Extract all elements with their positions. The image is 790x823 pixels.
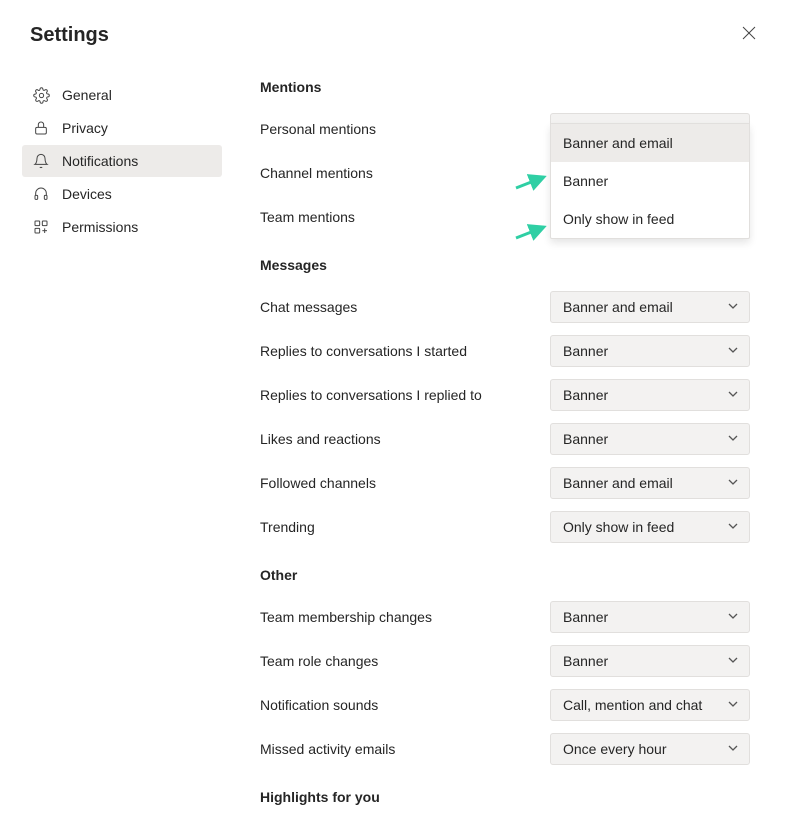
dropdown-option-banner[interactable]: Banner [551,162,749,200]
chevron-down-icon [727,653,739,669]
chevron-down-icon [727,475,739,491]
sidebar-item-devices[interactable]: Devices [22,178,222,210]
annotation-arrow-icon [514,222,548,242]
section-title-other: Other [260,567,750,583]
dropdown-value: Banner and email [563,475,673,491]
dropdown-value: Banner [563,653,608,669]
setting-row-replies-started: Replies to conversations I started Banne… [260,335,750,367]
dropdown-replies-started[interactable]: Banner [550,335,750,367]
chevron-down-icon [727,697,739,713]
setting-row-replies-replied: Replies to conversations I replied to Ba… [260,379,750,411]
setting-label: Team mentions [260,209,355,225]
chevron-down-icon [727,431,739,447]
chevron-down-icon [727,343,739,359]
dropdown-option-only-show-in-feed[interactable]: Only show in feed [551,200,749,238]
annotation-arrow-icon [514,172,548,192]
sidebar-item-label: Permissions [62,219,138,235]
dropdown-value: Banner [563,431,608,447]
gear-icon [32,86,50,104]
sidebar-item-label: Devices [62,186,112,202]
dropdown-value: Only show in feed [563,519,674,535]
section-title-messages: Messages [260,257,750,273]
setting-row-likes-reactions: Likes and reactions Banner [260,423,750,455]
setting-label: Missed activity emails [260,741,395,757]
sidebar-item-permissions[interactable]: Permissions [22,211,222,243]
setting-row-chat-messages: Chat messages Banner and email [260,291,750,323]
dropdown-notification-sounds[interactable]: Call, mention and chat [550,689,750,721]
setting-label: Personal mentions [260,121,376,137]
dropdown-likes-reactions[interactable]: Banner [550,423,750,455]
setting-row-membership-changes: Team membership changes Banner [260,601,750,633]
setting-label: Team role changes [260,653,378,669]
setting-label: Team membership changes [260,609,432,625]
dropdown-value: Call, mention and chat [563,697,702,713]
lock-icon [32,119,50,137]
dropdown-value: Banner and email [563,299,673,315]
dropdown-followed-channels[interactable]: Banner and email [550,467,750,499]
dropdown-value: Banner [563,609,608,625]
dropdown-value: Banner [563,343,608,359]
setting-row-missed-emails: Missed activity emails Once every hour [260,733,750,765]
dropdown-chat-messages[interactable]: Banner and email [550,291,750,323]
setting-label: Chat messages [260,299,357,315]
section-title-mentions: Mentions [260,79,750,95]
app-icon [32,218,50,236]
setting-row-notification-sounds: Notification sounds Call, mention and ch… [260,689,750,721]
setting-label: Channel mentions [260,165,373,181]
dropdown-value: Banner [563,387,608,403]
dropdown-missed-emails[interactable]: Once every hour [550,733,750,765]
dropdown-option-banner-and-email[interactable]: Banner and email [551,124,749,162]
page-title: Settings [30,24,109,47]
setting-label: Trending [260,519,315,535]
sidebar: General Privacy Notifications [22,67,222,823]
sidebar-item-label: Privacy [62,120,108,136]
settings-panel: Mentions Personal mentions Banner and em… [222,67,790,823]
setting-row-followed-channels: Followed channels Banner and email [260,467,750,499]
chevron-down-icon [727,741,739,757]
setting-label: Followed channels [260,475,376,491]
setting-label: Notification sounds [260,697,378,713]
sidebar-item-label: Notifications [62,153,138,169]
chevron-down-icon [727,609,739,625]
bell-icon [32,152,50,170]
dropdown-value: Once every hour [563,741,667,757]
dropdown-role-changes[interactable]: Banner [550,645,750,677]
sidebar-item-notifications[interactable]: Notifications [22,145,222,177]
close-button[interactable] [738,22,760,49]
setting-row-trending: Trending Only show in feed [260,511,750,543]
setting-label: Likes and reactions [260,431,381,447]
setting-row-role-changes: Team role changes Banner [260,645,750,677]
dropdown-membership-changes[interactable]: Banner [550,601,750,633]
sidebar-item-label: General [62,87,112,103]
setting-label: Replies to conversations I started [260,343,467,359]
dropdown-menu: Banner and email Banner Only show in fee… [550,123,750,239]
chevron-down-icon [727,519,739,535]
section-title-highlights: Highlights for you [260,789,750,805]
dropdown-replies-replied[interactable]: Banner [550,379,750,411]
chevron-down-icon [727,387,739,403]
close-icon [742,26,756,40]
setting-label: Replies to conversations I replied to [260,387,482,403]
sidebar-item-general[interactable]: General [22,79,222,111]
dropdown-trending[interactable]: Only show in feed [550,511,750,543]
chevron-down-icon [727,299,739,315]
headset-icon [32,185,50,203]
sidebar-item-privacy[interactable]: Privacy [22,112,222,144]
